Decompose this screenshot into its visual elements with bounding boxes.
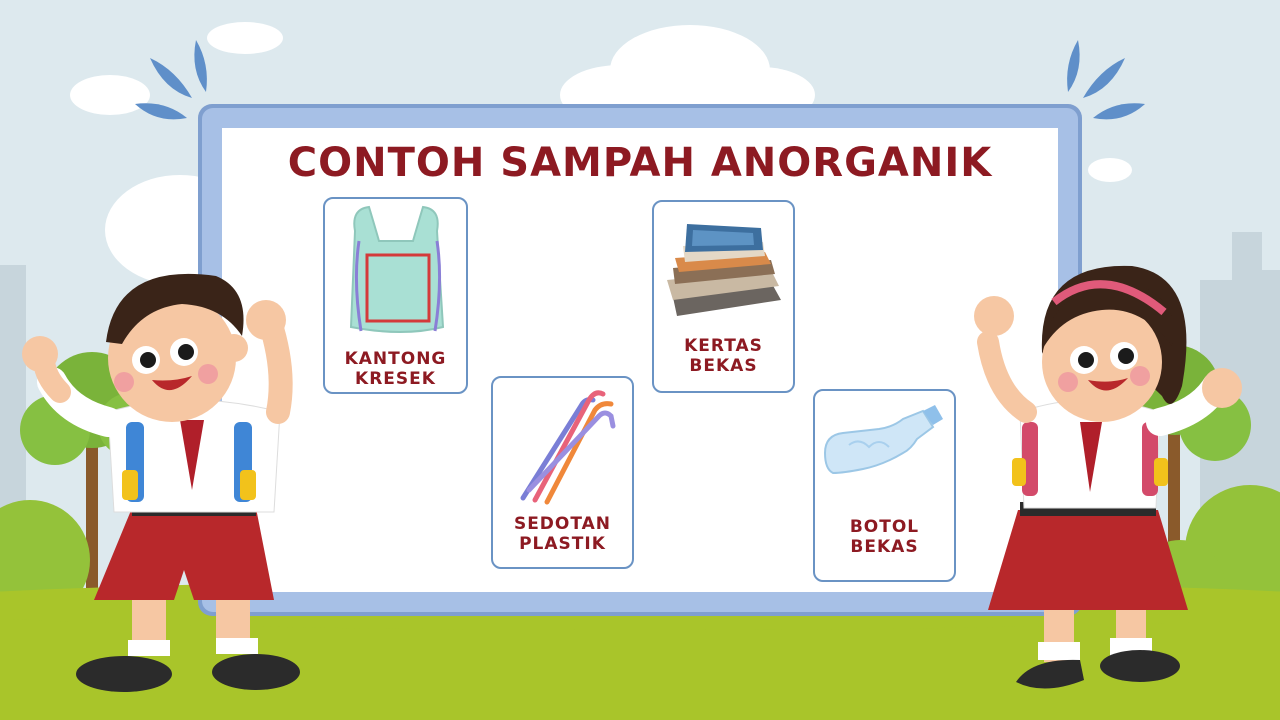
page-title: CONTOH SAMPAH ANORGANIK: [287, 140, 993, 186]
boy-student-illustration: [22, 273, 300, 692]
card-label: KANTONG KRESEK: [344, 349, 447, 389]
card-label: KERTAS BEKAS: [684, 336, 763, 376]
straws-icon: [520, 390, 616, 505]
plastic-bag-icon: [349, 205, 445, 333]
card-kertas-bekas: KERTAS BEKAS: [652, 200, 795, 393]
bottle-icon: [823, 405, 943, 475]
card-botol-bekas: BOTOL BEKAS: [813, 389, 956, 582]
card-sedotan-plastik: SEDOTAN PLASTIK: [491, 376, 634, 569]
girl-student-illustration: [974, 265, 1242, 689]
card-kantong-kresek: KANTONG KRESEK: [323, 197, 468, 394]
card-label: SEDOTAN PLASTIK: [513, 514, 612, 554]
paper-stack-icon: [667, 224, 781, 316]
card-label: BOTOL BEKAS: [849, 517, 920, 557]
